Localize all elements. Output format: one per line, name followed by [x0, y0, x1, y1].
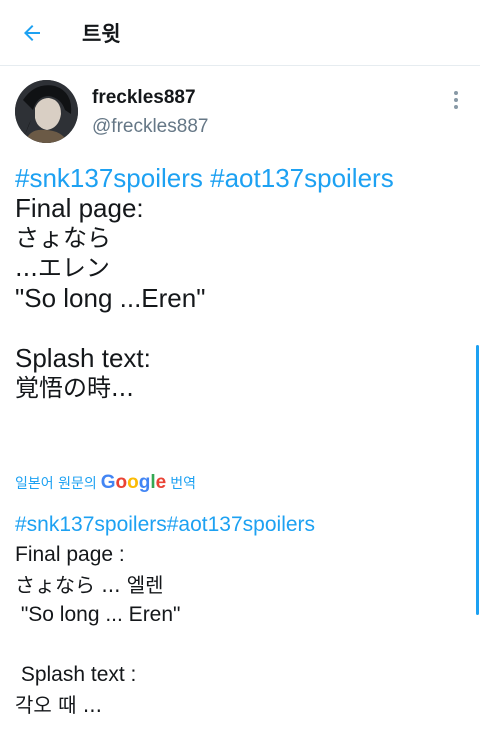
display-name[interactable]: freckles887 [92, 87, 196, 109]
hashtag-link[interactable]: #snk137spoilers [15, 163, 203, 193]
translated-hashtags[interactable]: #snk137spoilers#aot137spoilers [15, 510, 465, 540]
tweet-line: さょなら [15, 224, 111, 252]
avatar[interactable] [15, 80, 78, 143]
tweet-line: ...エレン [15, 254, 110, 282]
tweet-line: 覚悟の時... [15, 374, 134, 402]
translated-line: "So long ... Eren" [15, 603, 181, 626]
avatar-image [15, 80, 78, 143]
tweet-text: #snk137spoilers #aot137spoilers Final pa… [15, 163, 465, 403]
google-logo: Google [100, 472, 167, 493]
translated-text: #snk137spoilers#aot137spoilers Final pag… [15, 510, 465, 720]
translated-line: Final page : [15, 543, 125, 566]
translate-link[interactable]: 일본어 원문의 Google 번역 [15, 472, 196, 494]
tweet-line: Splash text: [15, 343, 151, 373]
translated-line: 각오 때 ... [15, 693, 102, 717]
tweet-line: Final page: [15, 193, 144, 223]
translate-suffix: 번역 [170, 476, 196, 492]
translated-line: Splash text : [15, 663, 137, 686]
user-handle[interactable]: @freckles887 [92, 116, 208, 138]
hashtag-link[interactable]: #aot137spoilers [210, 163, 394, 193]
page-title: 트윗 [82, 22, 121, 46]
more-vertical-icon[interactable] [446, 88, 466, 112]
hashtag-line: #snk137spoilers #aot137spoilers [15, 163, 465, 193]
translate-prefix: 일본어 원문의 [15, 476, 97, 492]
scrollbar[interactable] [476, 345, 479, 615]
arrow-left-icon[interactable] [20, 21, 44, 45]
tweet-line: "So long ...Eren" [15, 283, 206, 313]
translated-line: さょなら ... 엘렌 [15, 573, 164, 597]
top-bar: 트윗 [0, 0, 480, 66]
